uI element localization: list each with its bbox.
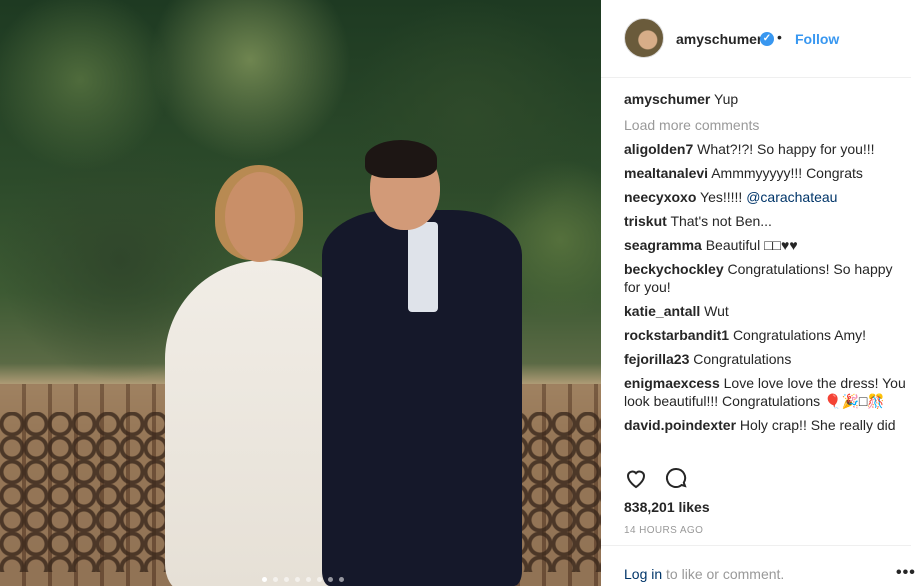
heart-icon[interactable] (624, 466, 648, 495)
action-bar (624, 466, 688, 495)
comment-username[interactable]: mealtanalevi (624, 165, 708, 181)
load-more-comments-button[interactable]: Load more comments (624, 116, 909, 134)
like-count[interactable]: 838,201 likes (624, 499, 710, 515)
comment-text: That's not Ben... (670, 213, 772, 229)
login-link[interactable]: Log in (624, 566, 662, 582)
post-header: amyschumer ✓ • Follow (601, 0, 911, 78)
comment-username[interactable]: katie_antall (624, 303, 700, 319)
carousel-dot[interactable] (317, 577, 322, 582)
comment-item: beckychockley Congratulations! So happy … (624, 260, 909, 296)
comment-item: david.poindexter Holy crap!! She really … (624, 416, 909, 434)
comment-text: Congratulations Amy! (732, 327, 867, 343)
carousel-dot[interactable] (273, 577, 278, 582)
comment-text: Holy crap!! She really did (739, 417, 896, 433)
comment-text: Wut (704, 303, 729, 319)
comment-text: Congratulations (693, 351, 792, 367)
caption-username[interactable]: amyschumer (624, 91, 710, 107)
comment-text: Beautiful □□♥♥ (705, 237, 798, 253)
post-photo[interactable] (0, 0, 601, 586)
comment-item: enigmaexcess Love love love the dress! Y… (624, 374, 909, 410)
carousel-dot[interactable] (339, 577, 344, 582)
comment-item: aligolden7 What?!?! So happy for you!!! (624, 140, 909, 158)
carousel-dot[interactable] (295, 577, 300, 582)
comment-icon[interactable] (664, 466, 688, 495)
comment-username[interactable]: seagramma (624, 237, 702, 253)
comment-username[interactable]: rockstarbandit1 (624, 327, 729, 343)
comment-item: triskut That's not Ben... (624, 212, 909, 230)
comment-mention-link[interactable]: @carachateau (746, 189, 837, 205)
comment-list: amyschumer Yup Load more comments aligol… (624, 90, 909, 440)
carousel-dot[interactable] (284, 577, 289, 582)
photo-groom-hair (365, 140, 437, 178)
login-prompt-text: to like or comment. (662, 566, 785, 582)
carousel-dot[interactable] (262, 577, 267, 582)
comment-item: neecyxoxo Yes!!!!! @carachateau (624, 188, 909, 206)
comment-username[interactable]: aligolden7 (624, 141, 693, 157)
more-options-icon[interactable]: ••• (896, 564, 916, 582)
carousel-indicator[interactable] (262, 577, 344, 582)
comment-item: rockstarbandit1 Congratulations Amy! (624, 326, 909, 344)
avatar[interactable] (624, 18, 664, 58)
comment-username[interactable]: neecyxoxo (624, 189, 696, 205)
comment-username[interactable]: beckychockley (624, 261, 724, 277)
login-prompt-bar: Log in to like or comment. ••• (601, 545, 915, 587)
header-username[interactable]: amyschumer (676, 31, 762, 47)
comment-item: seagramma Beautiful □□♥♥ (624, 236, 909, 254)
post-side-panel: amyschumer ✓ • Follow amyschumer Yup Loa… (601, 0, 917, 586)
comment-item: mealtanalevi Ammmyyyyy!!! Congrats (624, 164, 909, 182)
header-separator: • (777, 29, 782, 45)
comment-username[interactable]: fejorilla23 (624, 351, 689, 367)
caption-text: Yup (714, 91, 739, 107)
post-caption: amyschumer Yup (624, 90, 909, 108)
post-timestamp[interactable]: 14 HOURS AGO (624, 525, 703, 536)
comment-text: Ammmyyyyy!!! Congrats (711, 165, 863, 181)
login-prompt: Log in to like or comment. (624, 566, 784, 582)
comment-username[interactable]: enigmaexcess (624, 375, 720, 391)
verified-badge-icon: ✓ (760, 32, 774, 46)
comment-text: What?!?! So happy for you!!! (697, 141, 875, 157)
photo-bride-face (225, 172, 295, 262)
follow-button[interactable]: Follow (795, 31, 839, 47)
photo-groom-shirt (408, 222, 438, 312)
comment-username[interactable]: david.poindexter (624, 417, 736, 433)
comment-username[interactable]: triskut (624, 213, 667, 229)
carousel-dot[interactable] (328, 577, 333, 582)
carousel-dot[interactable] (306, 577, 311, 582)
comment-text: Yes!!!!! (700, 189, 747, 205)
comment-item: fejorilla23 Congratulations (624, 350, 909, 368)
comment-item: katie_antall Wut (624, 302, 909, 320)
